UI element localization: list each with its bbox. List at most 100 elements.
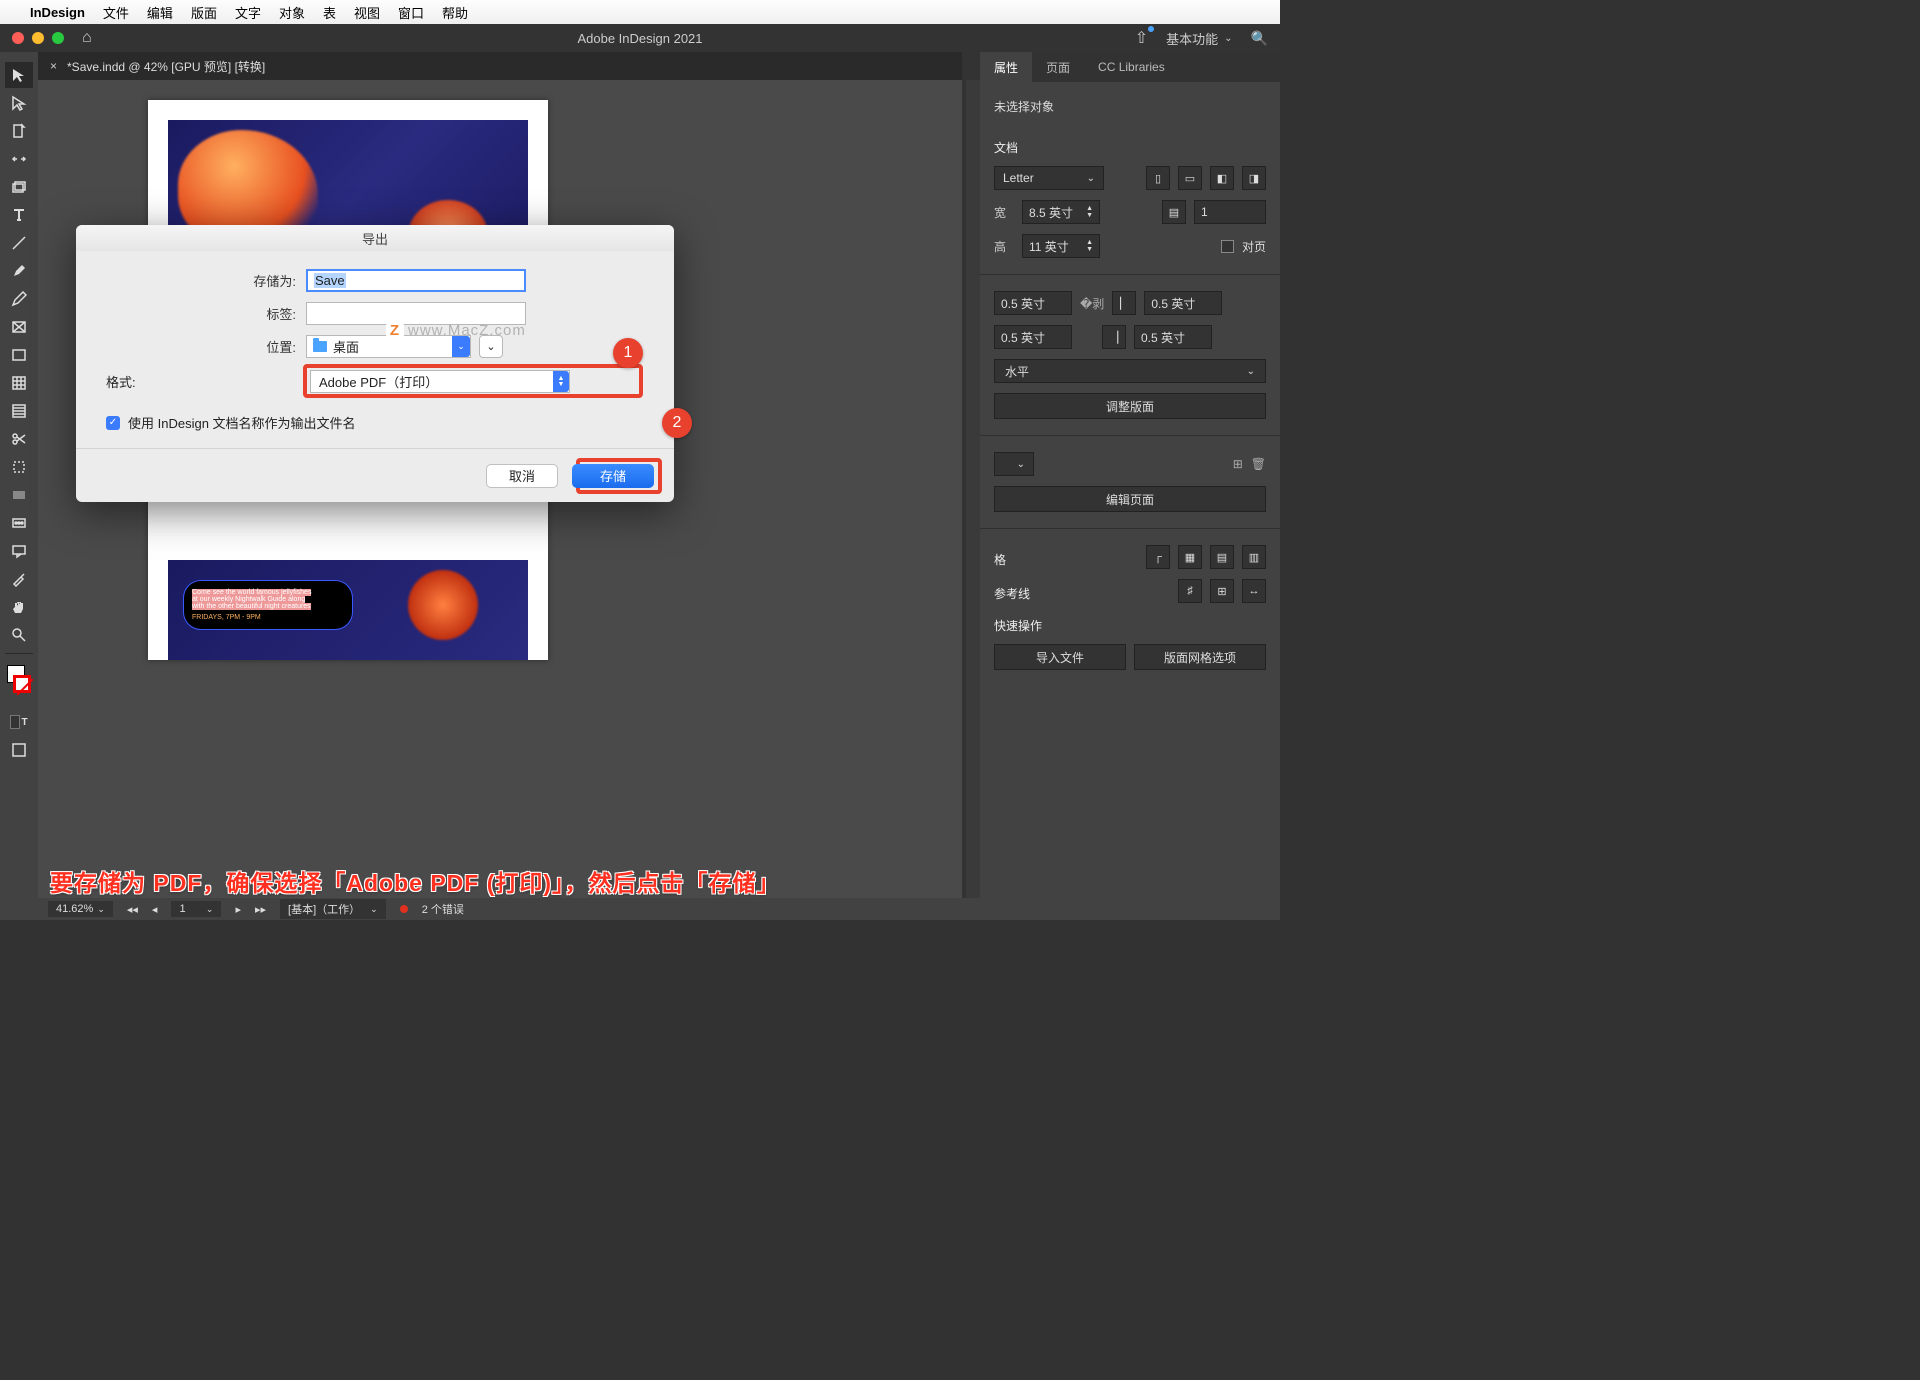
eyedropper-tool-icon[interactable] [5, 566, 33, 592]
page-nav-prev-icon[interactable]: ◂◂ [127, 903, 138, 916]
page-nav-next1-icon[interactable]: ▸ [235, 903, 241, 916]
page-number-select[interactable]: 1⌄ [171, 901, 221, 917]
gap-tool-icon[interactable] [5, 146, 33, 172]
zoom-tool-icon[interactable] [5, 622, 33, 648]
color-swatches[interactable] [7, 665, 31, 693]
guide-opt3-icon[interactable]: ↔ [1242, 579, 1266, 603]
tool-divider [5, 653, 33, 654]
menu-window[interactable]: 窗口 [398, 3, 424, 22]
binding-right-icon[interactable]: ◨ [1242, 166, 1266, 190]
text-frame[interactable]: Come see the world famous jellyfishes at… [183, 580, 353, 630]
portrait-icon[interactable]: ▯ [1146, 166, 1170, 190]
page-nav-prev1-icon[interactable]: ◂ [152, 903, 158, 916]
margin-bottom-input[interactable]: 0.5 英寸 [994, 325, 1072, 349]
search-icon[interactable]: 🔍 [1251, 30, 1268, 47]
content-collector-icon[interactable] [5, 174, 33, 200]
binding-input[interactable]: 1 [1194, 200, 1266, 224]
pen-tool-icon[interactable] [5, 258, 33, 284]
vertical-scrollbar[interactable] [966, 80, 980, 898]
facing-pages-checkbox[interactable] [1221, 240, 1234, 253]
gradient-swatch-tool-icon[interactable] [5, 482, 33, 508]
menu-file[interactable]: 文件 [103, 3, 129, 22]
workspace-selector[interactable]: 基本功能 ⌄ [1166, 29, 1232, 48]
save-as-input[interactable]: Save [306, 269, 526, 292]
chevron-down-icon: ⌄ [1224, 33, 1232, 44]
menubar-appname[interactable]: InDesign [30, 5, 85, 20]
zoom-select[interactable]: 41.62%⌄ [48, 901, 113, 917]
binding-left-icon[interactable]: ◧ [1210, 166, 1234, 190]
menu-object[interactable]: 对象 [279, 3, 305, 22]
free-transform-tool-icon[interactable] [5, 454, 33, 480]
format-container-icon[interactable]: T [5, 709, 33, 735]
menu-layout[interactable]: 版面 [191, 3, 217, 22]
margin-top-input[interactable]: 0.5 英寸 [994, 291, 1072, 315]
preset-select[interactable]: [基本]（工作）⌄ [280, 899, 386, 919]
grid-opt1-icon[interactable]: ┌ [1146, 545, 1170, 569]
direct-selection-tool-icon[interactable] [5, 90, 33, 116]
guide-opt2-icon[interactable]: ⊞ [1210, 579, 1234, 603]
edit-page-button[interactable]: 编辑页面 [994, 486, 1266, 512]
stroke-swatch-icon[interactable] [13, 675, 31, 693]
minimize-window-icon[interactable] [32, 32, 44, 44]
grid-opt2-icon[interactable]: ▦ [1178, 545, 1202, 569]
menu-view[interactable]: 视图 [354, 3, 380, 22]
layout-grid-options-button[interactable]: 版面网格选项 [1134, 644, 1266, 670]
page-nav-next-icon[interactable]: ▸▸ [255, 903, 266, 916]
menu-type[interactable]: 文字 [235, 3, 261, 22]
grid-tool2-icon[interactable] [5, 398, 33, 424]
tags-input[interactable] [306, 302, 526, 325]
note-tool-icon[interactable] [5, 538, 33, 564]
page-tool-icon[interactable] [5, 118, 33, 144]
rectangle-frame-tool-icon[interactable] [5, 314, 33, 340]
close-window-icon[interactable] [12, 32, 24, 44]
height-label: 高 [994, 238, 1014, 255]
menu-edit[interactable]: 编辑 [147, 3, 173, 22]
save-as-label: 存储为: [106, 271, 306, 290]
orientation-select[interactable]: 水平⌄ [994, 359, 1266, 383]
tab-pages[interactable]: 页面 [1032, 52, 1084, 82]
line-tool-icon[interactable] [5, 230, 33, 256]
width-input[interactable]: 8.5 英寸▲▼ [1022, 200, 1100, 224]
home-icon[interactable]: ⌂ [82, 29, 92, 47]
maximize-window-icon[interactable] [52, 32, 64, 44]
document-tab[interactable]: × *Save.indd @ 42% [GPU 预览] [转换] [50, 58, 265, 75]
grid-tool-icon[interactable] [5, 370, 33, 396]
margin-left-input[interactable]: 0.5 英寸 [1144, 291, 1222, 315]
errors-label[interactable]: 2 个错误 [422, 901, 464, 917]
expand-dialog-button[interactable]: ⌄ [479, 335, 503, 358]
location-select[interactable]: 桌面 ⌄ [306, 335, 471, 358]
grid-opt4-icon[interactable]: ▥ [1242, 545, 1266, 569]
adjust-layout-button[interactable]: 调整版面 [994, 393, 1266, 419]
trash-icon[interactable]: 🗑 [1251, 457, 1266, 471]
close-tab-icon[interactable]: × [50, 59, 57, 73]
use-docname-checkbox[interactable]: ✓ [106, 416, 120, 430]
menu-help[interactable]: 帮助 [442, 3, 468, 22]
menu-table[interactable]: 表 [323, 3, 336, 22]
page-size-select[interactable]: Letter⌄ [994, 166, 1104, 190]
scissors-tool-icon[interactable] [5, 426, 33, 452]
link-icon[interactable]: �剥 [1080, 295, 1104, 312]
margin-right-input[interactable]: 0.5 英寸 [1134, 325, 1212, 349]
landscape-icon[interactable]: ▭ [1178, 166, 1202, 190]
height-input[interactable]: 11 英寸▲▼ [1022, 234, 1100, 258]
import-file-button[interactable]: 导入文件 [994, 644, 1126, 670]
grid-opt3-icon[interactable]: ▤ [1210, 545, 1234, 569]
add-icon[interactable]: ⊞ [1233, 457, 1243, 471]
gradient-feather-tool-icon[interactable] [5, 510, 33, 536]
rectangle-tool-icon[interactable] [5, 342, 33, 368]
format-select[interactable]: Adobe PDF（打印） ▲▼ [310, 370, 570, 393]
pages-icon[interactable]: ▤ [1162, 200, 1186, 224]
pencil-tool-icon[interactable] [5, 286, 33, 312]
tab-properties[interactable]: 属性 [980, 52, 1032, 82]
annotation-badge-1: 1 [613, 338, 643, 368]
selection-tool-icon[interactable] [5, 62, 33, 88]
save-button[interactable]: 存储 [572, 464, 654, 488]
type-tool-icon[interactable] [5, 202, 33, 228]
share-icon[interactable]: ⇧ [1135, 28, 1148, 48]
view-mode-icon[interactable] [5, 737, 33, 763]
hand-tool-icon[interactable] [5, 594, 33, 620]
master-select[interactable]: ⌄ [994, 452, 1034, 476]
tab-cc-libraries[interactable]: CC Libraries [1084, 52, 1179, 82]
guide-opt1-icon[interactable]: ♯ [1178, 579, 1202, 603]
cancel-button[interactable]: 取消 [486, 464, 558, 488]
